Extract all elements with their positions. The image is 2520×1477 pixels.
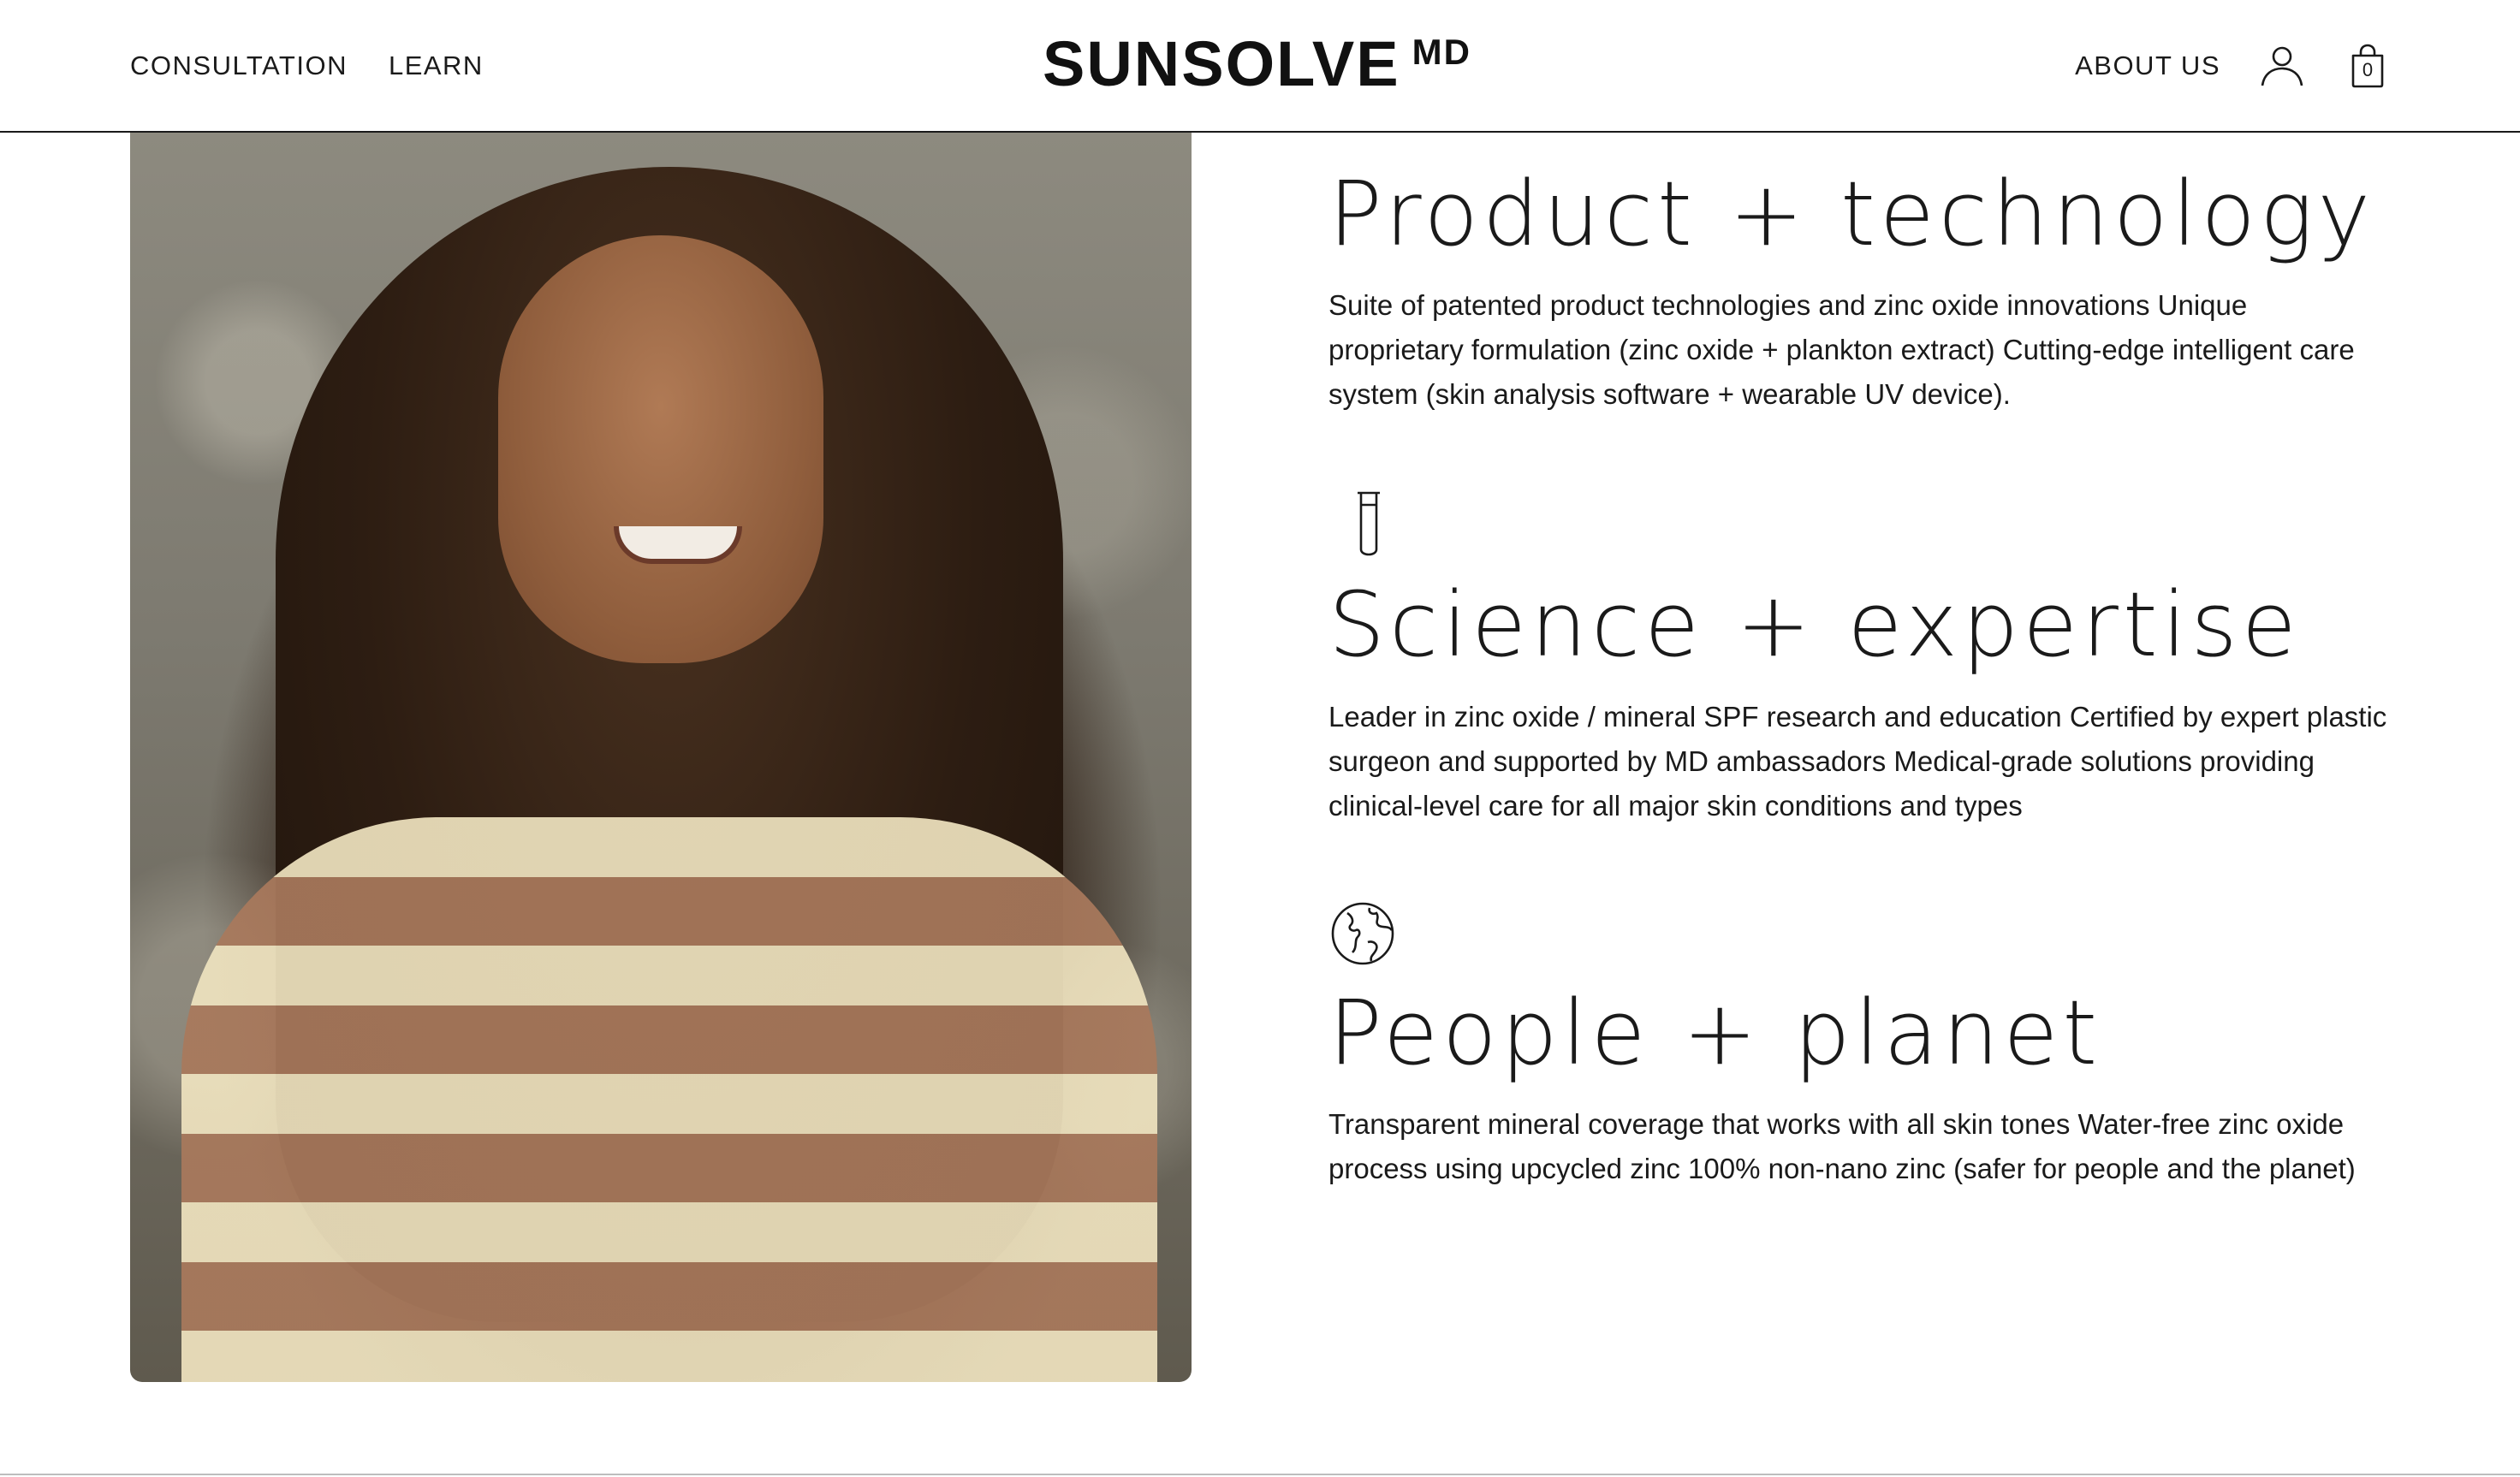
portrait-striped-sweater [181, 817, 1157, 1382]
nav-link-learn[interactable]: LEARN [389, 50, 484, 81]
cart-button[interactable]: 0 [2344, 42, 2392, 90]
site-header: CONSULTATION LEARN SUNSOLVE MD ABOUT US … [0, 0, 2520, 133]
globe-icon [1331, 902, 1394, 965]
logo-superscript: MD [1412, 32, 1471, 72]
feature-icon-wrap [1328, 487, 1397, 564]
portrait-smile [614, 526, 742, 564]
cart-count-badge: 0 [2362, 58, 2374, 80]
feature-icon-wrap [1328, 895, 1397, 972]
account-button[interactable] [2258, 42, 2306, 90]
feature-description: Leader in zinc oxide / mineral SPF resea… [1328, 700, 2387, 822]
feature-description: Transparent mineral coverage that works … [1328, 1108, 2356, 1185]
feature-title: People + planet [1328, 980, 2102, 1085]
portrait-face [498, 235, 823, 663]
nav-link-consultation[interactable]: CONSULTATION [130, 50, 348, 81]
footer-divider [0, 1474, 2520, 1475]
feature-description: Suite of patented product technologies a… [1328, 289, 2355, 411]
primary-nav: CONSULTATION LEARN [130, 0, 484, 131]
feature-title: Science + expertise [1328, 572, 2301, 678]
test-tube-icon [1358, 492, 1380, 556]
nav-link-about-us[interactable]: ABOUT US [2075, 50, 2220, 81]
hero-portrait-image [130, 133, 1192, 1382]
feature-people-planet: People + planet Transparent mineral cove… [1328, 895, 2398, 1191]
feature-title: Product + technology [1328, 162, 2375, 266]
feature-product-technology: Product + technology Suite of patented p… [1328, 133, 2398, 417]
user-icon [2261, 46, 2303, 86]
logo-wordmark: SUNSOLVE [1043, 28, 1400, 99]
brand-logo[interactable]: SUNSOLVE MD [1043, 26, 1471, 103]
utility-nav: ABOUT US 0 [2075, 0, 2392, 131]
feature-science-expertise: Science + expertise Leader in zinc oxide… [1328, 487, 2398, 827]
features-section: Product + technology Suite of patented p… [1328, 133, 2398, 1191]
